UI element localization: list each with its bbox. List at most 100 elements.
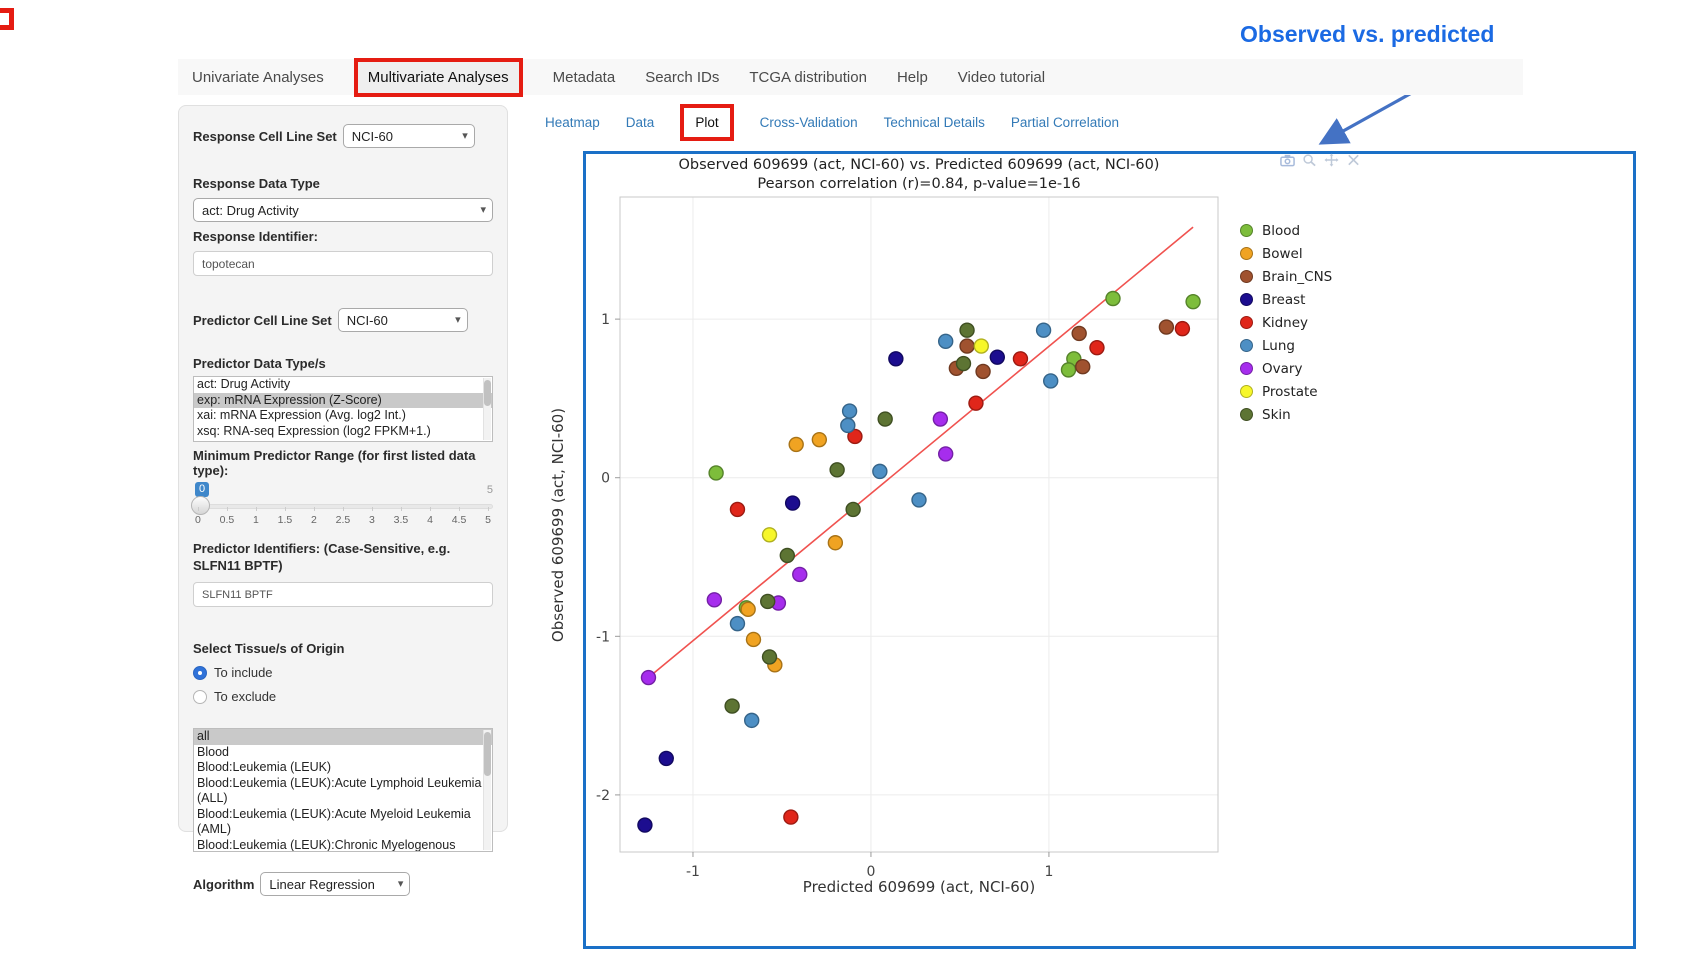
tab-cross-validation[interactable]: Cross-Validation	[760, 115, 858, 130]
data-point-brain-cns[interactable]	[976, 364, 990, 378]
radio-to-include[interactable]: To include	[193, 665, 493, 680]
data-point-skin[interactable]	[830, 463, 844, 477]
data-point-lung[interactable]	[745, 713, 759, 727]
data-point-skin[interactable]	[763, 650, 777, 664]
data-point-kidney[interactable]	[784, 810, 798, 824]
tissue-option-blood-leukemia-leuk-chronic-myelogenous-leukemia-cml[interactable]: Blood:Leukemia (LEUK):Chronic Myelogenou…	[194, 838, 492, 853]
data-point-blood[interactable]	[1186, 295, 1200, 309]
data-point-lung[interactable]	[841, 418, 855, 432]
data-point-lung[interactable]	[912, 493, 926, 507]
data-point-kidney[interactable]	[730, 502, 744, 516]
data-point-breast[interactable]	[638, 818, 652, 832]
tab-technical-details[interactable]: Technical Details	[884, 115, 985, 130]
data-point-kidney[interactable]	[969, 396, 983, 410]
nav-item-multivariate-analyses[interactable]: Multivariate Analyses	[354, 58, 523, 97]
plot-area[interactable]	[620, 197, 1218, 852]
option-xai-mrna-expression-avg-log2-int[interactable]: xai: mRNA Expression (Avg. log2 Int.)	[194, 408, 492, 424]
legend-item-breast[interactable]: Breast	[1240, 288, 1332, 311]
scrollbar[interactable]	[483, 378, 491, 440]
data-point-blood[interactable]	[1106, 292, 1120, 306]
data-point-breast[interactable]	[889, 352, 903, 366]
nav-item-search-ids[interactable]: Search IDs	[645, 69, 719, 86]
tissue-option-blood-leukemia-leuk-acute-myeloid-leukemia-aml[interactable]: Blood:Leukemia (LEUK):Acute Myeloid Leuk…	[194, 807, 492, 838]
option-exp-mrna-expression-z-score[interactable]: exp: mRNA Expression (Z-Score)	[194, 393, 492, 409]
legend-item-prostate[interactable]: Prostate	[1240, 380, 1332, 403]
data-point-brain-cns[interactable]	[1076, 360, 1090, 374]
data-point-ovary[interactable]	[641, 671, 655, 685]
data-point-breast[interactable]	[786, 496, 800, 510]
data-point-lung[interactable]	[1044, 374, 1058, 388]
data-point-kidney[interactable]	[1175, 322, 1189, 336]
scatter-plot[interactable]: -10110-1-2	[540, 145, 1240, 915]
legend-item-blood[interactable]: Blood	[1240, 219, 1332, 242]
data-point-skin[interactable]	[780, 548, 794, 562]
data-point-brain-cns[interactable]	[1072, 326, 1086, 340]
legend-item-lung[interactable]: Lung	[1240, 334, 1332, 357]
data-point-lung[interactable]	[873, 464, 887, 478]
tissue-option-all[interactable]: all	[194, 729, 492, 745]
data-point-breast[interactable]	[659, 751, 673, 765]
nav-item-tcga-distribution[interactable]: TCGA distribution	[749, 69, 867, 86]
predictor-cell-line-set-select[interactable]: NCI-60 ▾	[338, 308, 468, 332]
slider-handle[interactable]	[191, 496, 210, 515]
legend-item-ovary[interactable]: Ovary	[1240, 357, 1332, 380]
reset-icon[interactable]	[1346, 153, 1361, 167]
scrollbar[interactable]	[483, 730, 491, 850]
legend-item-skin[interactable]: Skin	[1240, 403, 1332, 426]
data-point-skin[interactable]	[725, 699, 739, 713]
nav-item-univariate-analyses[interactable]: Univariate Analyses	[192, 69, 324, 86]
data-point-bowel[interactable]	[828, 536, 842, 550]
radio-to-exclude[interactable]: To exclude	[193, 689, 493, 704]
tab-data[interactable]: Data	[626, 115, 655, 130]
nav-item-help[interactable]: Help	[897, 69, 928, 86]
data-point-brain-cns[interactable]	[1159, 320, 1173, 334]
data-point-ovary[interactable]	[933, 412, 947, 426]
data-point-kidney[interactable]	[1090, 341, 1104, 355]
nav-item-video-tutorial[interactable]: Video tutorial	[958, 69, 1045, 86]
pan-icon[interactable]	[1324, 153, 1339, 167]
predictor-data-types-listbox[interactable]: act: Drug Activityexp: mRNA Expression (…	[193, 376, 493, 442]
response-cell-line-set-select[interactable]: NCI-60 ▾	[343, 124, 475, 148]
data-point-kidney[interactable]	[1013, 352, 1027, 366]
algorithm-select[interactable]: Linear Regression ▾	[260, 872, 410, 896]
tissue-option-blood-leukemia-leuk[interactable]: Blood:Leukemia (LEUK)	[194, 760, 492, 776]
data-point-lung[interactable]	[939, 334, 953, 348]
data-point-ovary[interactable]	[707, 593, 721, 607]
tab-plot[interactable]: Plot	[680, 104, 733, 141]
data-point-bowel[interactable]	[812, 433, 826, 447]
data-point-ovary[interactable]	[939, 447, 953, 461]
data-point-bowel[interactable]	[741, 602, 755, 616]
data-point-skin[interactable]	[761, 594, 775, 608]
response-identifier-input[interactable]	[193, 251, 493, 276]
legend-item-bowel[interactable]: Bowel	[1240, 242, 1332, 265]
data-point-skin[interactable]	[878, 412, 892, 426]
zoom-icon[interactable]	[1302, 153, 1317, 167]
tissue-option-blood-leukemia-leuk-acute-lymphoid-leukemia-all[interactable]: Blood:Leukemia (LEUK):Acute Lymphoid Leu…	[194, 776, 492, 807]
data-point-prostate[interactable]	[974, 339, 988, 353]
nav-item-metadata[interactable]: Metadata	[553, 69, 616, 86]
data-point-brain-cns[interactable]	[960, 339, 974, 353]
data-point-blood[interactable]	[1062, 363, 1076, 377]
data-point-lung[interactable]	[730, 617, 744, 631]
data-point-blood[interactable]	[709, 466, 723, 480]
option-xsq-rna-seq-expression-log2-fpkm-1[interactable]: xsq: RNA-seq Expression (log2 FPKM+1.)	[194, 424, 492, 440]
data-point-skin[interactable]	[956, 357, 970, 371]
camera-icon[interactable]	[1280, 153, 1295, 167]
response-data-type-select[interactable]: act: Drug Activity ▾	[193, 198, 493, 222]
data-point-skin[interactable]	[960, 323, 974, 337]
data-point-skin[interactable]	[846, 502, 860, 516]
data-point-lung[interactable]	[843, 404, 857, 418]
predictor-identifiers-input[interactable]	[193, 582, 493, 607]
tissue-listbox[interactable]: allBloodBlood:Leukemia (LEUK)Blood:Leuke…	[193, 728, 493, 852]
legend-item-kidney[interactable]: Kidney	[1240, 311, 1332, 334]
option-act-drug-activity[interactable]: act: Drug Activity	[194, 377, 492, 393]
data-point-bowel[interactable]	[746, 632, 760, 646]
data-point-lung[interactable]	[1037, 323, 1051, 337]
data-point-breast[interactable]	[990, 350, 1004, 364]
data-point-prostate[interactable]	[763, 528, 777, 542]
tissue-option-blood[interactable]: Blood	[194, 745, 492, 761]
legend-item-brain-cns[interactable]: Brain_CNS	[1240, 265, 1332, 288]
data-point-bowel[interactable]	[789, 437, 803, 451]
data-point-ovary[interactable]	[793, 567, 807, 581]
tab-heatmap[interactable]: Heatmap	[545, 115, 600, 130]
